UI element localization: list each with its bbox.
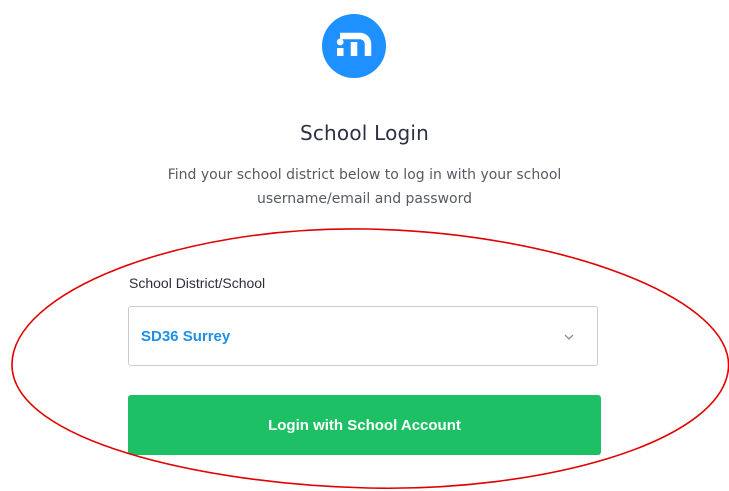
district-field-label: School District/School xyxy=(129,275,266,291)
login-with-school-account-button[interactable]: Login with School Account xyxy=(128,395,601,455)
chevron-down-icon xyxy=(564,334,574,340)
district-select-value: SD36 Surrey xyxy=(141,328,231,345)
app-logo xyxy=(322,14,386,78)
page-subtitle: Find your school district below to log i… xyxy=(167,167,562,207)
district-select[interactable]: SD36 Surrey xyxy=(128,306,598,366)
mathletics-m-icon xyxy=(336,32,372,56)
page-title: School Login xyxy=(299,121,430,145)
